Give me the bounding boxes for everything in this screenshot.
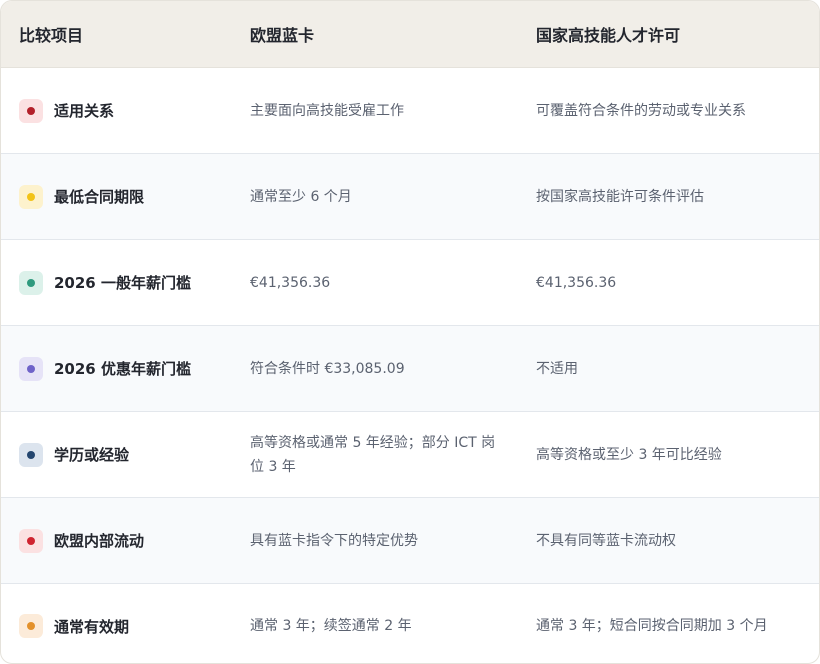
table-row: 2026 一般年薪门槛 €41,356.36 €41,356.36 (1, 240, 819, 326)
header-criteria: 比较项目 (19, 26, 84, 45)
table-row: 适用关系 主要面向高技能受雇工作 可覆盖符合条件的劳动或专业关系 (1, 68, 819, 154)
national-cell: 通常 3 年；短合同按合同期加 3 个月 (536, 618, 768, 634)
bluecard-cell: €41,356.36 (250, 274, 331, 291)
row-label-text: 通常有效期 (54, 617, 130, 636)
bluecard-cell: 通常至少 6 个月 (250, 188, 352, 205)
dot-icon (19, 442, 43, 467)
national-cell: 可覆盖符合条件的劳动或专业关系 (536, 102, 746, 119)
row-label-text: 欧盟内部流动 (54, 532, 145, 550)
header-eu-bluecard: 欧盟蓝卡 (250, 26, 315, 45)
row-label: 欧盟内部流动 (1, 528, 230, 553)
table-row: 欧盟内部流动 具有蓝卡指令下的特定优势 不具有同等蓝卡流动权 (1, 498, 819, 584)
table-header: 比较项目 欧盟蓝卡 国家高技能人才许可 (1, 1, 819, 68)
bluecard-cell: 高等资格或通常 5 年经验；部分 ICT 岗位 3 年 (250, 434, 496, 475)
bluecard-cell: 符合条件时 €33,085.09 (250, 360, 405, 377)
national-cell: €41,356.36 (536, 274, 617, 291)
dot-icon (19, 270, 43, 295)
row-label: 通常有效期 (1, 614, 230, 638)
dot-icon (19, 98, 43, 123)
table-row: 学历或经验 高等资格或通常 5 年经验；部分 ICT 岗位 3 年 高等资格或至… (1, 412, 819, 498)
row-label: 2026 优惠年薪门槛 (1, 356, 230, 381)
row-label-text: 2026 优惠年薪门槛 (54, 360, 191, 378)
bluecard-cell: 主要面向高技能受雇工作 (250, 102, 404, 119)
bluecard-cell: 具有蓝卡指令下的特定优势 (250, 532, 418, 549)
comparison-table: 比较项目 欧盟蓝卡 国家高技能人才许可 适用关系 主要面向高技能受雇工作 可覆盖… (0, 0, 820, 664)
dot-icon (19, 614, 43, 638)
row-label: 适用关系 (1, 98, 230, 123)
national-cell: 按国家高技能许可条件评估 (536, 188, 704, 205)
row-label-text: 最低合同期限 (54, 188, 145, 206)
row-label-text: 学历或经验 (54, 446, 130, 464)
row-label: 最低合同期限 (1, 184, 230, 209)
row-label: 2026 一般年薪门槛 (1, 270, 230, 295)
row-label: 学历或经验 (1, 442, 230, 467)
header-national-permit: 国家高技能人才许可 (536, 26, 681, 45)
bluecard-cell: 通常 3 年；续签通常 2 年 (250, 618, 412, 634)
table-row: 通常有效期 通常 3 年；续签通常 2 年 通常 3 年；短合同按合同期加 3 … (1, 584, 819, 663)
row-label-text: 2026 一般年薪门槛 (54, 274, 191, 292)
dot-icon (19, 528, 43, 553)
table-row: 2026 优惠年薪门槛 符合条件时 €33,085.09 不适用 (1, 326, 819, 412)
national-cell: 不具有同等蓝卡流动权 (536, 532, 676, 549)
row-label-text: 适用关系 (54, 102, 115, 120)
national-cell: 不适用 (536, 360, 578, 377)
dot-icon (19, 356, 43, 381)
national-cell: 高等资格或至少 3 年可比经验 (536, 446, 722, 463)
dot-icon (19, 184, 43, 209)
table-row: 最低合同期限 通常至少 6 个月 按国家高技能许可条件评估 (1, 154, 819, 240)
